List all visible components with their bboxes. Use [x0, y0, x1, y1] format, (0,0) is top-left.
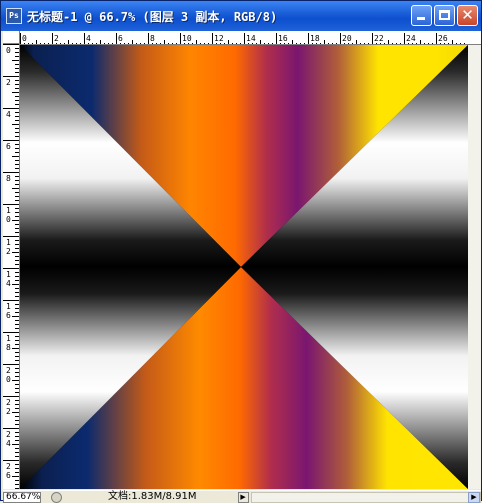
ruler-label: 2: [6, 366, 11, 375]
ruler-label: 14: [246, 34, 256, 43]
ruler-label: 4: [6, 110, 11, 119]
title-bar[interactable]: Ps 无标题-1 @ 66.7% (图层 3 副本, RGB/8) ✕: [1, 1, 481, 31]
ruler-label: 0: [6, 215, 11, 224]
close-icon: ✕: [461, 6, 474, 24]
ruler-label: 0: [6, 375, 11, 384]
status-bar: 66.67% 文档:1.83M/8.91M ▶ ▶: [3, 490, 481, 503]
ruler-label: 0: [6, 46, 11, 55]
document-canvas[interactable]: [20, 45, 468, 489]
vertical-scrollbar[interactable]: [468, 45, 481, 489]
ruler-label: 16: [278, 34, 288, 43]
ruler-label: 2: [6, 78, 11, 87]
maximize-icon: [439, 10, 450, 20]
minimize-button[interactable]: [411, 5, 432, 26]
ruler-label: 6: [6, 142, 11, 151]
ruler-label: 1: [6, 206, 11, 215]
photoshop-icon: Ps: [6, 8, 22, 24]
window-title: 无标题-1 @ 66.7% (图层 3 副本, RGB/8): [27, 9, 278, 24]
ruler-label: 8: [6, 174, 11, 183]
close-button[interactable]: ✕: [457, 5, 478, 26]
ruler-label: 6: [6, 311, 11, 320]
ruler-label: 4: [6, 439, 11, 448]
ruler-label: 0: [22, 34, 27, 43]
ruler-label: 1: [6, 302, 11, 311]
vertical-ruler-ticks: 02468101214161820222426: [3, 44, 19, 489]
ruler-label: 2: [54, 34, 59, 43]
ruler-label: 8: [150, 34, 155, 43]
minimize-icon: [417, 17, 425, 20]
ruler-label: 4: [86, 34, 91, 43]
ruler-label: 2: [6, 247, 11, 256]
document-size-info: 文档:1.83M/8.91M: [108, 491, 197, 502]
ruler-label: 6: [6, 471, 11, 480]
ruler-label: 2: [6, 462, 11, 471]
ruler-label: 2: [6, 398, 11, 407]
ruler-label: 8: [6, 343, 11, 352]
ruler-label: 10: [182, 34, 192, 43]
ruler-label: 1: [6, 238, 11, 247]
ruler-label: 22: [374, 34, 384, 43]
ruler-label: 2: [6, 407, 11, 416]
ruler-label: 4: [6, 279, 11, 288]
ruler-label: 24: [406, 34, 416, 43]
ruler-label: 12: [214, 34, 224, 43]
horizontal-ruler-ticks: 0 2 4 6 8 10 12 14 16 18 20 22 24 26: [20, 33, 465, 44]
horizontal-ruler[interactable]: 0 2 4 6 8 10 12 14 16 18 20 22 24 26: [20, 31, 481, 45]
ruler-label: 26: [438, 34, 448, 43]
ruler-origin[interactable]: [3, 31, 20, 44]
ruler-label: 6: [118, 34, 123, 43]
maximize-button[interactable]: [434, 5, 455, 26]
document-window: Ps 无标题-1 @ 66.7% (图层 3 副本, RGB/8) ✕ 0246…: [0, 0, 482, 503]
ruler-label: 18: [310, 34, 320, 43]
title-buttons: ✕: [411, 5, 478, 26]
vertical-ruler[interactable]: 02468101214161820222426: [3, 44, 20, 489]
ruler-label: 2: [6, 430, 11, 439]
ruler-label: 1: [6, 334, 11, 343]
ruler-label: 20: [342, 34, 352, 43]
ruler-label: 1: [6, 270, 11, 279]
radial-gradient-artwork: [20, 45, 468, 489]
